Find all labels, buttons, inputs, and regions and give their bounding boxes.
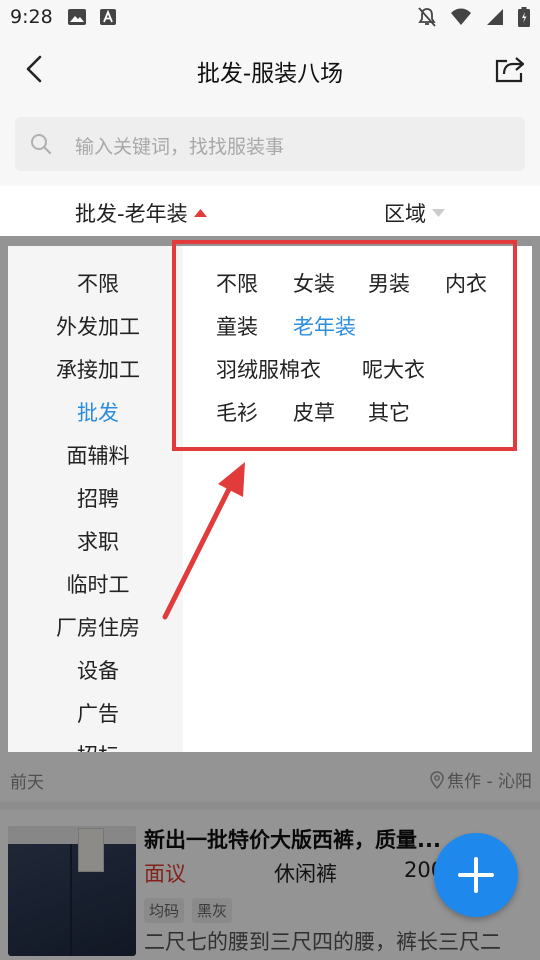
category-item[interactable]: 招标 bbox=[8, 740, 183, 752]
category-item[interactable]: 招聘 bbox=[8, 483, 183, 513]
page-title: 批发-服装八场 bbox=[196, 61, 344, 87]
category-item[interactable]: 不限 bbox=[8, 268, 183, 298]
category-item[interactable]: 设备 bbox=[8, 655, 183, 685]
category-item[interactable]: 求职 bbox=[8, 526, 183, 556]
filter-region-label: 区域 bbox=[384, 202, 426, 226]
search-input[interactable]: 输入关键词，找找服装事 bbox=[15, 117, 525, 171]
category-item[interactable]: 广告 bbox=[8, 698, 183, 728]
category-item[interactable]: 外发加工 bbox=[8, 311, 183, 341]
text-notification-icon bbox=[100, 9, 116, 25]
filter-region-tab[interactable]: 区域 bbox=[384, 198, 445, 228]
wifi-icon bbox=[450, 8, 472, 26]
filter-category-label: 批发-老年装 bbox=[75, 202, 188, 226]
status-time: 9:28 bbox=[10, 6, 53, 28]
image-notification-icon bbox=[68, 9, 86, 25]
add-post-button[interactable] bbox=[434, 833, 518, 917]
status-bar: 9:28 bbox=[0, 0, 540, 36]
search-section: 输入关键词，找找服装事 bbox=[0, 102, 540, 186]
plus-icon bbox=[458, 857, 494, 893]
category-list: 不限 外发加工 承接加工 批发 面辅料 招聘 求职 临时工 厂房住房 设备 广告… bbox=[8, 246, 183, 752]
mute-icon bbox=[418, 7, 436, 27]
category-item-selected[interactable]: 批发 bbox=[8, 397, 183, 427]
category-item[interactable]: 临时工 bbox=[8, 569, 183, 599]
annotation-highlight-box bbox=[172, 240, 517, 451]
search-icon bbox=[31, 134, 52, 155]
triangle-up-icon bbox=[193, 209, 207, 217]
app-header: 批发-服装八场 bbox=[0, 36, 540, 102]
category-item[interactable]: 承接加工 bbox=[8, 354, 183, 384]
triangle-down-icon bbox=[432, 209, 445, 217]
search-placeholder: 输入关键词，找找服装事 bbox=[75, 136, 285, 158]
signal-icon bbox=[486, 8, 504, 26]
category-item[interactable]: 厂房住房 bbox=[8, 612, 183, 642]
share-icon bbox=[495, 57, 525, 83]
filter-bar: 批发-老年装 区域 bbox=[0, 186, 540, 236]
filter-category-tab[interactable]: 批发-老年装 bbox=[75, 198, 207, 228]
category-item[interactable]: 面辅料 bbox=[8, 440, 183, 470]
share-button[interactable] bbox=[490, 49, 530, 89]
battery-icon bbox=[518, 7, 530, 27]
